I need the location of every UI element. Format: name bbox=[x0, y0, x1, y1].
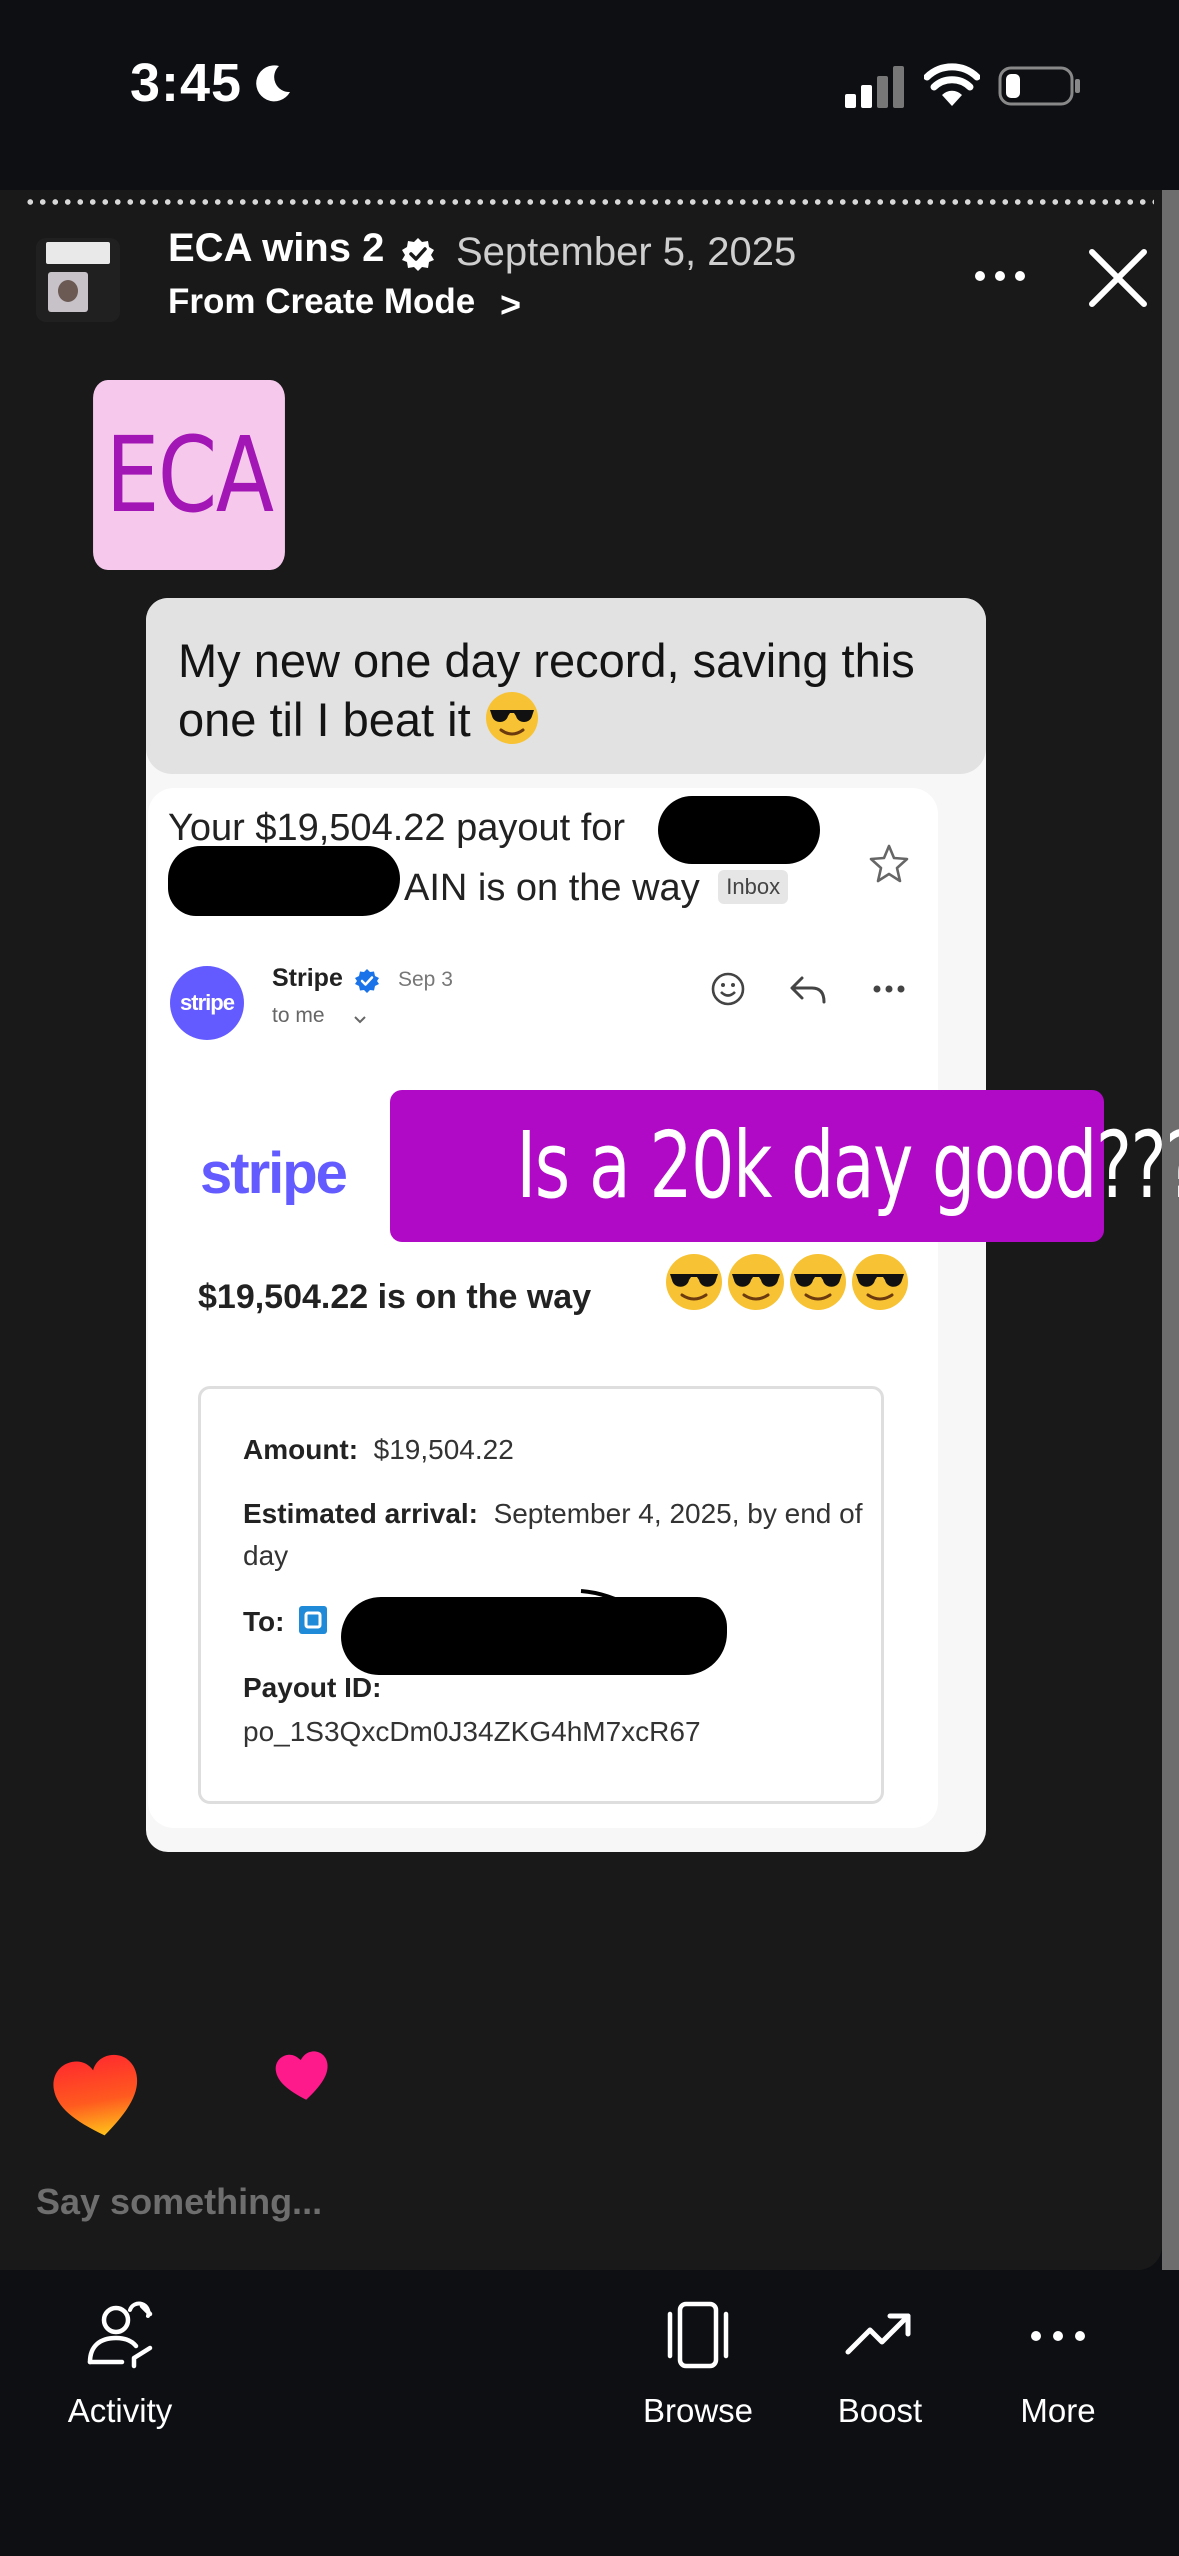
wifi-icon bbox=[924, 63, 980, 106]
moon-icon bbox=[256, 65, 290, 102]
redaction-mark bbox=[658, 796, 820, 864]
sender-avatar: stripe bbox=[170, 966, 244, 1040]
more-options-icon[interactable] bbox=[972, 262, 1028, 290]
nav-boost-label: Boost bbox=[837, 2392, 923, 2429]
payout-details-box: Amount: $19,504.22 Estimated arrival: Se… bbox=[198, 1386, 884, 1804]
amount-value: $19,504.22 bbox=[373, 1434, 514, 1465]
arrival-label: Estimated arrival: bbox=[243, 1498, 478, 1529]
status-bar: 3:45 bbox=[0, 0, 1179, 180]
more-icon bbox=[1031, 2331, 1085, 2341]
battery-icon bbox=[998, 66, 1080, 106]
redaction-stroke bbox=[580, 1589, 641, 1613]
nav-browse-label: Browse bbox=[642, 2392, 754, 2429]
verified-sender-icon bbox=[355, 969, 379, 993]
inbox-label: Inbox bbox=[718, 870, 789, 904]
trending-up-icon bbox=[845, 2313, 911, 2355]
small-heart-icon bbox=[275, 2051, 328, 2100]
story-title[interactable]: ECA wins 2 bbox=[168, 226, 384, 271]
star-icon bbox=[869, 844, 909, 883]
email-date: Sep 3 bbox=[398, 968, 453, 991]
redaction-mark bbox=[168, 846, 400, 916]
caption-text: My new one day record, saving this one t… bbox=[178, 634, 915, 746]
activity-icon bbox=[87, 2301, 153, 2369]
to-label: To: bbox=[243, 1606, 285, 1637]
status-time: 3:45 bbox=[130, 53, 243, 113]
stripe-logo: stripe bbox=[200, 1141, 348, 1206]
nav-activity[interactable]: Activity bbox=[50, 2300, 190, 2430]
story-thumbnail[interactable] bbox=[36, 238, 120, 322]
more-horizontal-icon bbox=[873, 985, 905, 993]
bottom-navigation: Activity Browse Boost More bbox=[0, 2270, 1179, 2556]
nav-more[interactable]: More bbox=[988, 2300, 1128, 2430]
reply-icon bbox=[790, 976, 826, 1004]
nav-browse[interactable]: Browse bbox=[628, 2300, 768, 2430]
verified-badge-icon bbox=[402, 238, 434, 271]
redaction-mark bbox=[341, 1597, 727, 1675]
sender-name: Stripe bbox=[272, 964, 343, 992]
caption-bubble: My new one day record, saving this one t… bbox=[146, 598, 986, 774]
story-date: September 5, 2025 bbox=[456, 230, 797, 274]
nav-activity-label: Activity bbox=[67, 2392, 173, 2429]
payout-id-label: Payout ID: bbox=[243, 1672, 382, 1703]
chevron-right-icon: > bbox=[500, 284, 522, 325]
sunglasses-emoji-icon bbox=[485, 692, 538, 744]
cellular-signal-icon bbox=[845, 66, 904, 108]
sunglasses-emoji-row-icon bbox=[666, 1254, 908, 1310]
close-icon[interactable] bbox=[1086, 246, 1150, 310]
chevron-down-icon bbox=[354, 1016, 366, 1024]
question-text-sticker: Is a 20k day good???? bbox=[390, 1090, 1179, 1242]
browse-icon bbox=[667, 2301, 729, 2369]
eca-text-sticker: ECA bbox=[93, 380, 285, 570]
message-input[interactable] bbox=[36, 2176, 1116, 2228]
bank-icon bbox=[299, 1606, 328, 1634]
story-progress-bar bbox=[24, 198, 1154, 206]
payout-headline: $19,504.22 is on the way bbox=[198, 1278, 592, 1316]
payout-id-value: po_1S3QxcDm0J34ZKG4hM7xcR67 bbox=[243, 1716, 701, 1747]
heart-reaction-icon[interactable] bbox=[50, 2050, 146, 2146]
email-recipient: to me bbox=[272, 1004, 325, 1027]
nav-boost[interactable]: Boost bbox=[810, 2300, 950, 2430]
nav-more-label: More bbox=[1020, 2392, 1096, 2429]
story-source-link[interactable]: From Create Mode bbox=[168, 282, 475, 322]
emoji-reaction-icon bbox=[711, 972, 745, 1006]
amount-label: Amount: bbox=[243, 1434, 359, 1465]
